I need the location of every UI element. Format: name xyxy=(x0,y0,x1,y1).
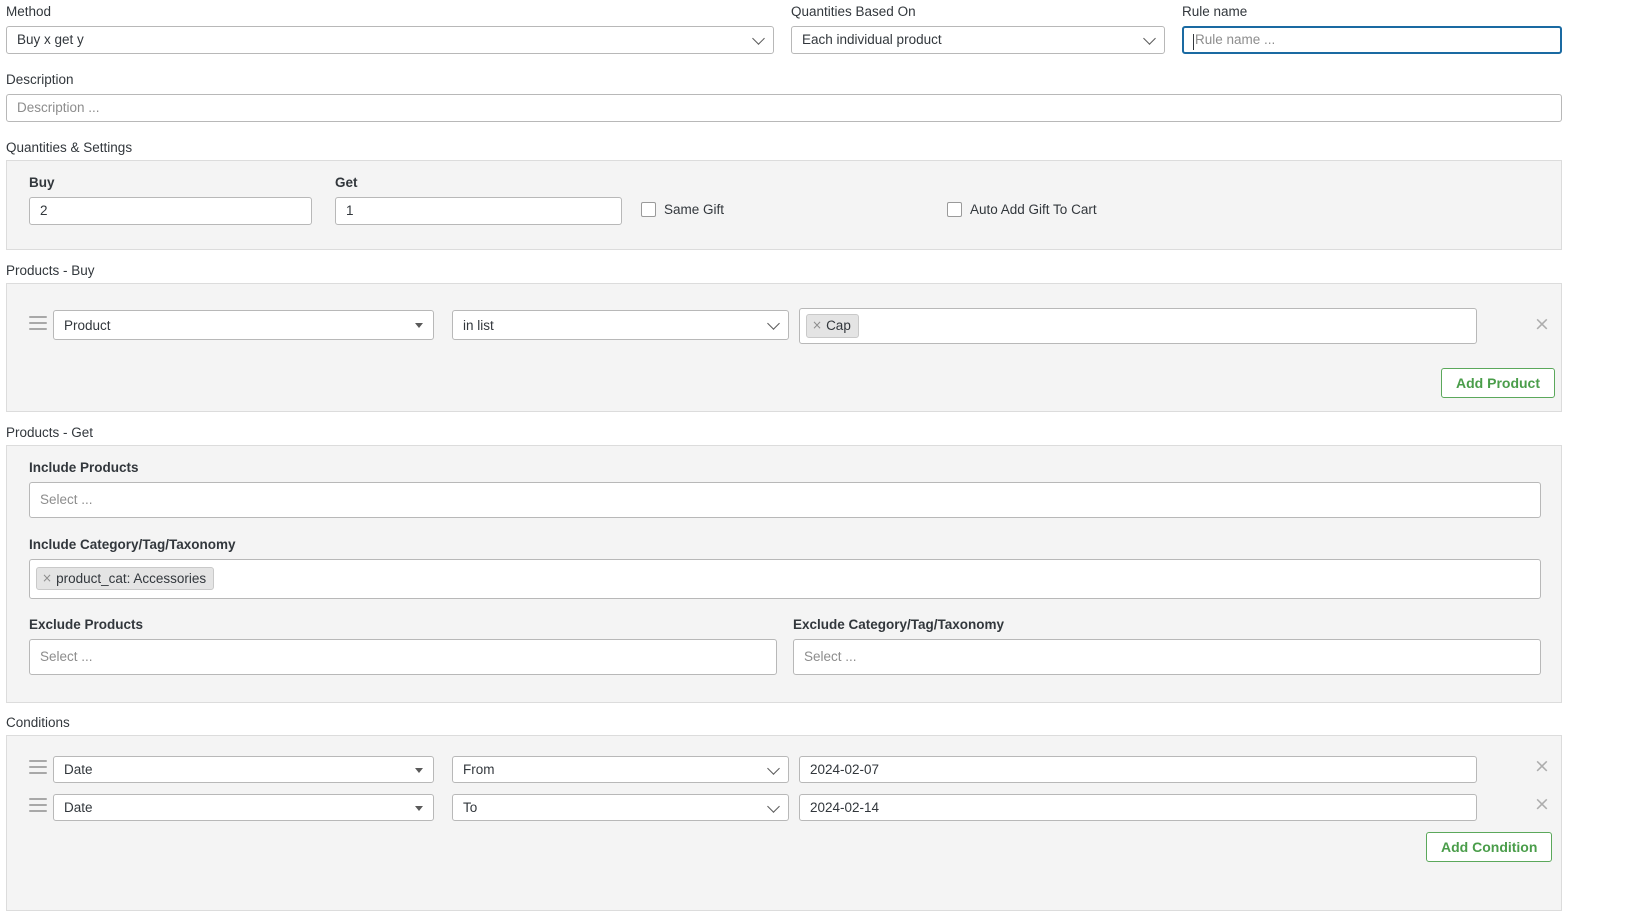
condition-operator-select[interactable]: To xyxy=(452,794,789,821)
auto-add-gift-label: Auto Add Gift To Cart xyxy=(970,202,1097,217)
get-value: 1 xyxy=(346,203,354,218)
remove-tag-icon[interactable]: × xyxy=(812,318,822,333)
condition-operator-value: From xyxy=(463,762,495,777)
auto-add-gift-checkbox[interactable] xyxy=(947,202,962,217)
conditions-panel: Date From 2024-02-07 × Date To 2024-02-1… xyxy=(6,735,1562,911)
condition-type-value: Date xyxy=(64,762,93,777)
remove-tag-icon[interactable]: × xyxy=(42,571,52,586)
include-category-select[interactable]: × product_cat: Accessories xyxy=(29,558,1541,599)
remove-condition-row-button[interactable]: × xyxy=(1534,795,1550,814)
tag-chip-label: Cap xyxy=(826,318,851,334)
exclude-category-group: Exclude Category/Tag/Taxonomy Select ... xyxy=(793,618,1541,675)
exclude-products-placeholder: Select ... xyxy=(40,649,93,664)
tag-chip[interactable]: × product_cat: Accessories xyxy=(36,566,215,591)
products-buy-operator-select[interactable]: in list xyxy=(452,310,789,340)
include-products-placeholder: Select ... xyxy=(40,492,93,507)
products-buy-operator-value: in list xyxy=(463,317,494,333)
quantities-settings-panel: Buy 2 Get 1 Same Gift Auto Add Gift To C… xyxy=(6,160,1562,250)
rule-name-label: Rule name xyxy=(1182,4,1248,19)
text-cursor xyxy=(1193,33,1194,50)
products-buy-type-select[interactable]: Product xyxy=(53,310,434,340)
discount-rule-form: Method Buy x get y Quantities Based On E… xyxy=(0,0,1643,911)
get-input[interactable]: 1 xyxy=(335,196,622,225)
exclude-products-select[interactable]: Select ... xyxy=(29,638,777,675)
conditions-label: Conditions xyxy=(6,715,70,730)
condition-value-input[interactable]: 2024-02-14 xyxy=(799,794,1477,821)
quantities-based-on-label: Quantities Based On xyxy=(791,4,916,19)
products-get-label: Products - Get xyxy=(6,425,94,440)
method-select[interactable]: Buy x get y xyxy=(6,25,774,54)
include-products-select[interactable]: Select ... xyxy=(29,481,1541,518)
auto-add-gift-checkbox-row[interactable]: Auto Add Gift To Cart xyxy=(947,202,1097,217)
exclude-category-select[interactable]: Select ... xyxy=(793,638,1541,675)
condition-value-text: 2024-02-07 xyxy=(810,762,880,777)
condition-operator-select[interactable]: From xyxy=(452,756,789,783)
products-buy-panel: Product in list × Cap × Add Product xyxy=(6,283,1562,412)
include-products-group: Include Products Select ... xyxy=(29,461,1541,518)
products-buy-type-value: Product xyxy=(64,317,111,333)
products-buy-row: Product in list × Cap × xyxy=(24,305,1550,345)
triangle-down-icon xyxy=(415,323,423,328)
get-label: Get xyxy=(335,175,358,190)
drag-handle-icon[interactable] xyxy=(29,316,47,330)
description-group: Description Description ... xyxy=(6,73,1562,122)
products-get-panel: Include Products Select ... Include Cate… xyxy=(6,445,1562,703)
exclude-category-label: Exclude Category/Tag/Taxonomy xyxy=(793,617,1005,632)
get-field-group: Get 1 xyxy=(335,176,622,225)
method-label: Method xyxy=(6,4,52,19)
condition-value-text: 2024-02-14 xyxy=(810,800,880,815)
description-placeholder: Description ... xyxy=(17,100,100,115)
remove-products-buy-row-button[interactable]: × xyxy=(1534,315,1550,334)
add-product-button[interactable]: Add Product xyxy=(1441,368,1555,398)
condition-type-select[interactable]: Date xyxy=(53,794,434,821)
quantities-based-on-group: Quantities Based On Each individual prod… xyxy=(791,5,1165,54)
triangle-down-icon xyxy=(415,767,423,773)
same-gift-checkbox-row[interactable]: Same Gift xyxy=(641,202,724,217)
buy-label: Buy xyxy=(29,175,55,190)
rule-name-placeholder: Rule name ... xyxy=(1195,32,1276,47)
include-category-group: Include Category/Tag/Taxonomy × product_… xyxy=(29,538,1541,599)
chevron-down-icon xyxy=(767,761,780,775)
rule-name-group: Rule name Rule name ... xyxy=(1182,5,1562,54)
drag-handle-icon[interactable] xyxy=(29,760,47,774)
chevron-down-icon xyxy=(767,317,780,330)
quantities-based-on-value: Each individual product xyxy=(802,32,942,47)
exclude-products-group: Exclude Products Select ... xyxy=(29,618,777,675)
quantities-settings-label: Quantities & Settings xyxy=(6,140,133,155)
remove-condition-row-button[interactable]: × xyxy=(1534,757,1550,776)
exclude-products-label: Exclude Products xyxy=(29,617,144,632)
rule-name-input[interactable]: Rule name ... xyxy=(1182,25,1562,54)
products-buy-label: Products - Buy xyxy=(6,263,95,278)
same-gift-label: Same Gift xyxy=(664,202,725,217)
condition-operator-value: To xyxy=(463,800,478,815)
include-products-label: Include Products xyxy=(29,460,139,475)
add-condition-button-wrap: Add Condition xyxy=(1426,832,1553,862)
exclude-category-placeholder: Select ... xyxy=(804,649,857,664)
condition-value-input[interactable]: 2024-02-07 xyxy=(799,756,1477,783)
method-select-value: Buy x get y xyxy=(17,32,84,47)
description-label: Description xyxy=(6,72,74,87)
method-field-group: Method Buy x get y xyxy=(6,5,774,54)
same-gift-checkbox[interactable] xyxy=(641,202,656,217)
condition-type-value: Date xyxy=(64,800,93,815)
triangle-down-icon xyxy=(415,805,423,811)
include-category-label: Include Category/Tag/Taxonomy xyxy=(29,537,236,552)
chevron-down-icon xyxy=(752,31,765,45)
description-input[interactable]: Description ... xyxy=(6,93,1562,122)
buy-value: 2 xyxy=(40,203,48,218)
tag-chip-label: product_cat: Accessories xyxy=(56,570,207,586)
drag-handle-icon[interactable] xyxy=(29,798,47,812)
add-product-button-wrap: Add Product xyxy=(1441,368,1555,398)
chevron-down-icon xyxy=(767,799,780,813)
buy-field-group: Buy 2 xyxy=(29,176,312,225)
add-condition-button[interactable]: Add Condition xyxy=(1426,832,1553,862)
products-buy-tags-select[interactable]: × Cap xyxy=(799,308,1477,344)
tag-chip[interactable]: × Cap xyxy=(806,314,859,338)
quantities-based-on-select[interactable]: Each individual product xyxy=(791,25,1165,54)
chevron-down-icon xyxy=(1143,31,1156,45)
buy-input[interactable]: 2 xyxy=(29,196,312,225)
condition-row: Date To 2024-02-14 × xyxy=(24,788,1550,822)
condition-row: Date From 2024-02-07 × xyxy=(24,750,1550,784)
condition-type-select[interactable]: Date xyxy=(53,756,434,783)
